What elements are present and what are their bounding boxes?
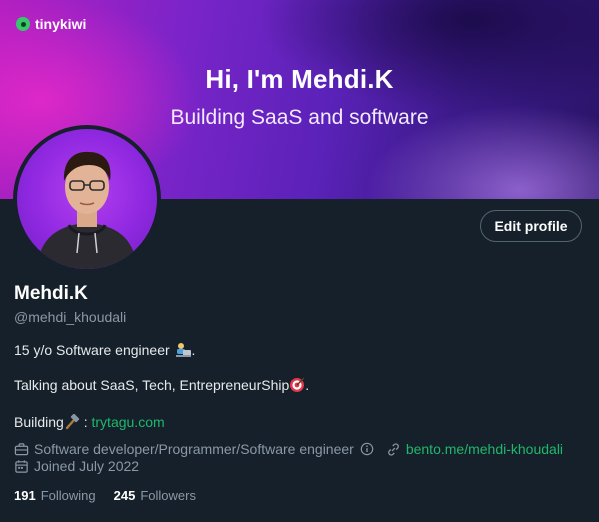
bio-suffix-1: . xyxy=(191,342,196,358)
calendar-icon xyxy=(15,459,28,473)
profile-meta-row: Software developer/Programmer/Software e… xyxy=(14,441,563,457)
bio-suffix-2: . xyxy=(305,377,310,393)
profile-joined-row: Joined July 2022 xyxy=(14,458,139,474)
kiwi-logo-icon xyxy=(16,17,30,31)
bio-line-3: Building : trytagu.com xyxy=(14,414,165,430)
bio-line-1: 15 y/o Software engineer . xyxy=(14,342,195,358)
followers-link[interactable]: 245 Followers xyxy=(114,488,196,503)
brand-name: tinykiwi xyxy=(35,16,87,32)
bio-link-trytagu[interactable]: trytagu.com xyxy=(92,414,165,430)
banner-title: Hi, I'm Mehdi.K xyxy=(205,64,394,94)
edit-profile-button[interactable]: Edit profile xyxy=(480,210,582,242)
avatar-photo xyxy=(37,151,137,269)
followers-count: 245 xyxy=(113,488,136,503)
technologist-emoji-icon xyxy=(175,343,191,357)
hammer-emoji-icon xyxy=(65,414,80,430)
follow-stats: 191 Following 245 Followers xyxy=(14,488,196,503)
following-label: Following xyxy=(40,488,96,503)
avatar[interactable] xyxy=(13,125,161,273)
bio-text-3: Building xyxy=(14,414,64,430)
bio-text-2: Talking about SaaS, Tech, EntrepreneurSh… xyxy=(14,377,290,393)
followers-label: Followers xyxy=(140,488,196,503)
bio-text-1: 15 y/o Software engineer xyxy=(14,342,170,358)
website-link[interactable]: bento.me/mehdi-khoudali xyxy=(406,441,563,457)
profile-name: Mehdi.K xyxy=(14,283,88,304)
bio-line-2: Talking about SaaS, Tech, EntrepreneurSh… xyxy=(14,377,309,393)
joined-date: Joined July 2022 xyxy=(34,458,140,474)
profile-handle: @mehdi_khoudali xyxy=(14,309,127,325)
following-count: 191 xyxy=(14,488,36,503)
target-emoji-icon xyxy=(290,377,305,392)
brand-logo: tinykiwi xyxy=(16,16,86,32)
profile-profession: Software developer/Programmer/Software e… xyxy=(34,441,354,457)
bio-separator-3: : xyxy=(79,414,92,430)
info-icon[interactable] xyxy=(360,442,374,456)
link-icon xyxy=(388,442,399,456)
briefcase-icon xyxy=(14,442,29,455)
following-link[interactable]: 191 Following xyxy=(14,488,96,503)
